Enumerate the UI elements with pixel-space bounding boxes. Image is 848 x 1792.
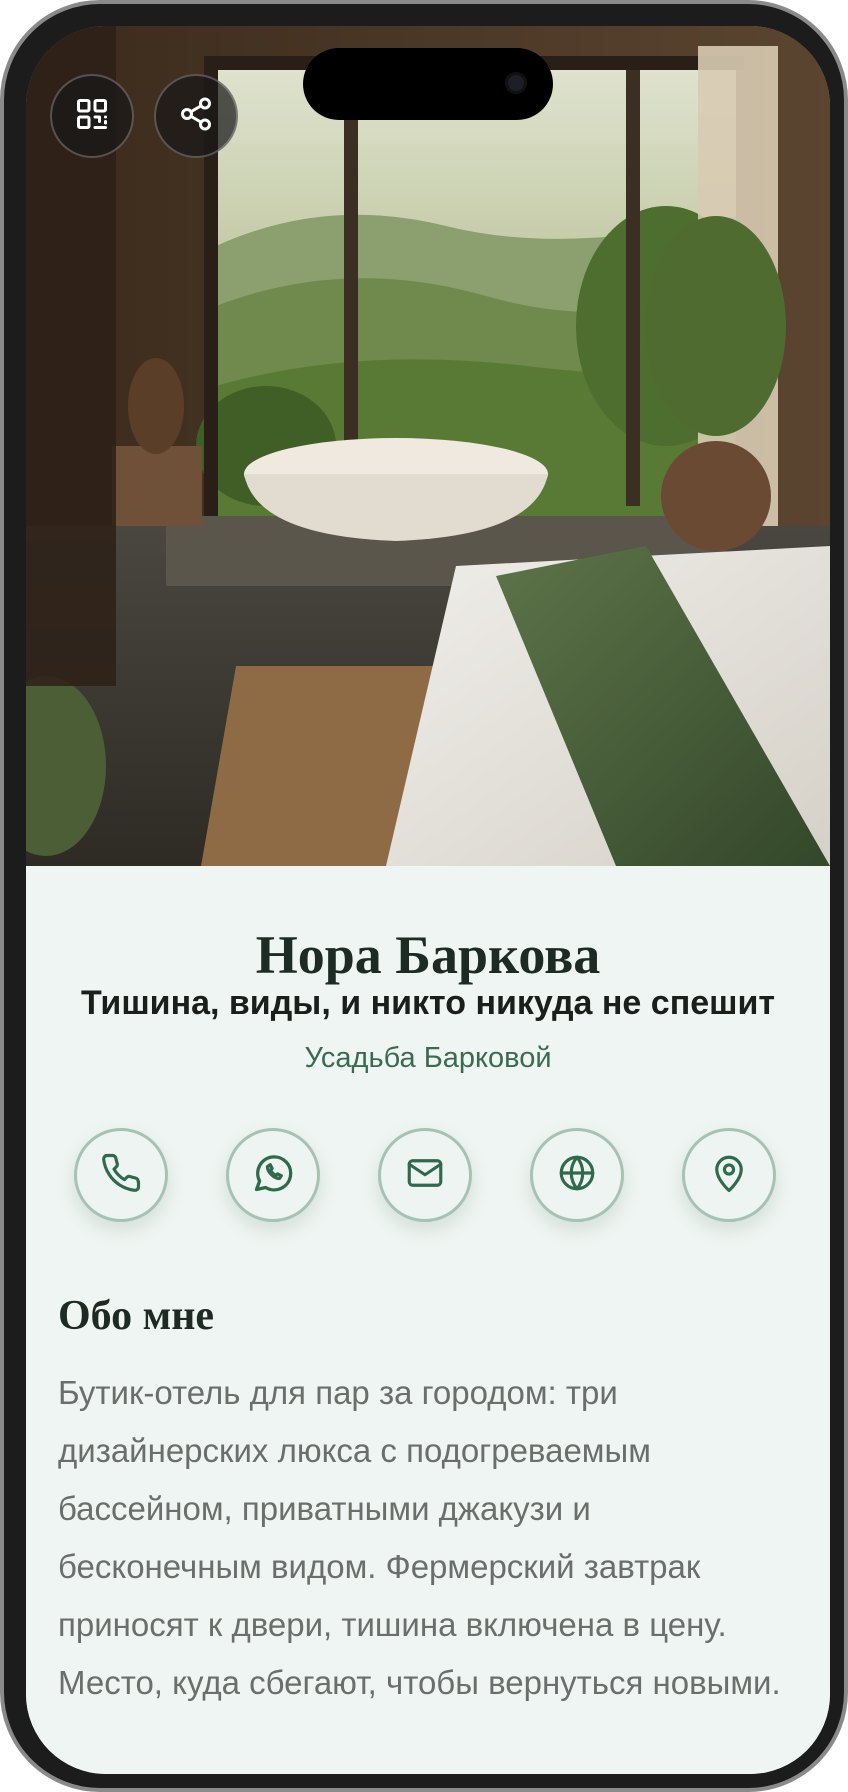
location-button[interactable]: [682, 1128, 776, 1222]
profile-content: Нора Баркова Тишина, виды, и никто никуд…: [26, 866, 830, 1774]
profile-company: Усадьба Барковой: [304, 1042, 552, 1074]
globe-icon: [556, 1152, 598, 1199]
website-button[interactable]: [530, 1128, 624, 1222]
profile-tagline: Тишина, виды, и никто никуда не спешит: [80, 984, 776, 1022]
contact-actions: [26, 1128, 830, 1224]
whatsapp-icon: [251, 1151, 295, 1200]
phone-icon: [100, 1152, 142, 1199]
map-pin-icon: [708, 1152, 750, 1199]
whatsapp-button[interactable]: [226, 1128, 320, 1222]
hero-photo: [26, 26, 830, 866]
phone-button[interactable]: [74, 1128, 168, 1222]
phone-frame: Нора Баркова Тишина, виды, и никто никуд…: [0, 0, 848, 1792]
qr-code-button[interactable]: [50, 74, 134, 158]
about-text: Бутик-отель для пар за городом: три диза…: [58, 1374, 781, 1701]
dynamic-island: [303, 48, 553, 120]
share-icon: [178, 96, 214, 137]
profile-name: Нора Баркова: [255, 925, 601, 985]
mail-icon: [404, 1152, 446, 1199]
qr-code-icon: [74, 96, 110, 137]
about-title: Обо мне: [58, 1293, 215, 1339]
screen: Нора Баркова Тишина, виды, и никто никуд…: [26, 26, 830, 1774]
email-button[interactable]: [378, 1128, 472, 1222]
camera-icon: [505, 72, 527, 94]
share-button[interactable]: [154, 74, 238, 158]
